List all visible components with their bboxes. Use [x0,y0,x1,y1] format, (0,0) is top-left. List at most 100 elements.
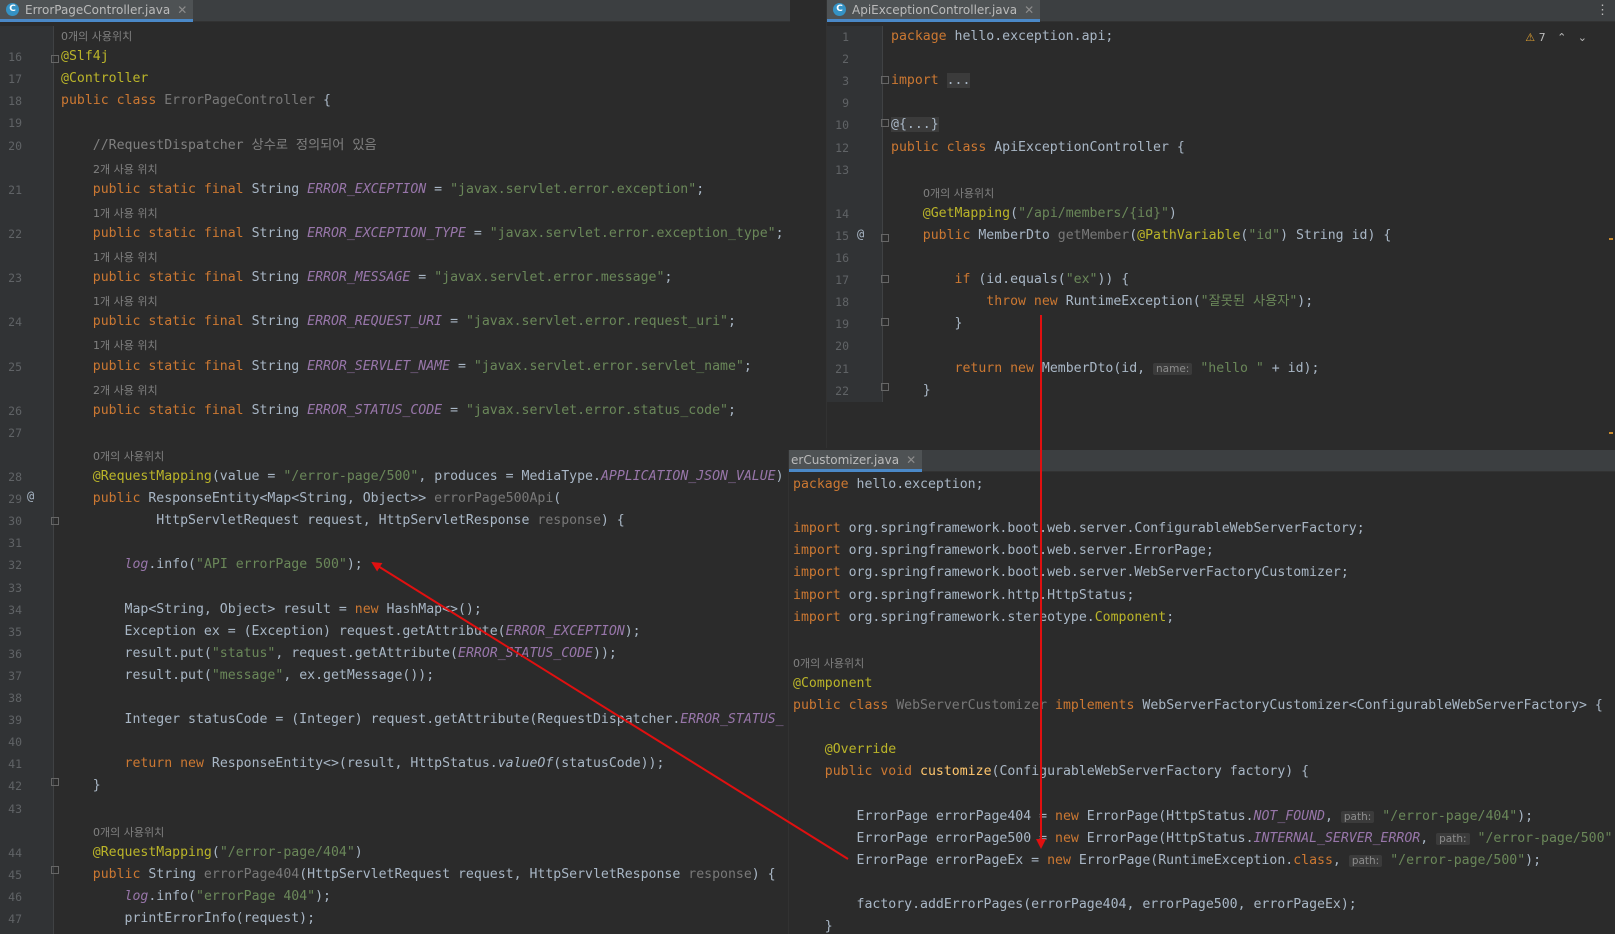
inspection-widget[interactable]: ⚠ 7 ⌃ ⌄ [1525,31,1587,44]
fold-marker-icon[interactable] [51,517,59,525]
line-number: 18 [835,295,849,310]
usage-hint[interactable]: 1개 사용 위치 [93,293,158,309]
line-number: 19 [8,116,22,131]
code-line: import org.springframework.http.HttpStat… [793,587,1135,603]
code-line: } [793,919,833,934]
line-number: 14 [835,206,849,221]
error-stripe-mark [1609,432,1613,434]
fold-marker-icon[interactable] [51,866,59,874]
line-number: 36 [8,646,22,661]
line-number: 30 [8,514,22,529]
warning-icon: ⚠ [1525,31,1536,44]
code-line: @Override [824,742,897,758]
code-line: } [61,778,101,794]
line-number: 39 [8,713,22,728]
code-line: public static final String ERROR_EXCEPTI… [92,225,784,241]
line-number: 44 [8,845,22,860]
usage-hint[interactable]: 0개의 사용위치 [923,185,994,201]
line-number: 3 [842,74,849,89]
line-number: 20 [8,138,22,153]
code-line: log.info("errorPage 404"); [124,888,331,904]
code-line: return new ResponseEntity<>(result, Http… [124,756,665,772]
line-number: 41 [8,757,22,772]
code-line: if (id.equals("ex")) { [954,272,1130,288]
code-line: Exception ex = (Exception) request.getAt… [61,623,641,639]
code-line: Integer statusCode = (Integer) request.g… [61,712,784,728]
code-line: public ResponseEntity<Map<String, Object… [92,491,562,507]
code-line: Map<String, Object> result = new HashMap… [61,601,482,617]
fold-marker-icon[interactable] [881,318,889,326]
code-line: ErrorPage errorPage404 = new ErrorPage(H… [793,808,1534,824]
fold-marker-icon[interactable] [881,119,889,127]
chevron-down-icon[interactable]: ⌄ [1578,31,1587,44]
code-line: public static final String ERROR_REQUEST… [92,314,736,330]
code-area[interactable]: 0개의 사용위치 16 @Slf4j 17 @Controller 18 public cl… [0,0,790,934]
usage-hint[interactable]: 1개 사용 위치 [93,249,158,265]
code-line: ErrorPage errorPage500 = new ErrorPage(H… [793,830,1613,846]
code-line: log.info("API errorPage 500"); [124,557,363,573]
usage-hint[interactable]: 2개 사용 위치 [93,161,158,177]
code-line: @RequestMapping(value = "/error-page/500… [92,469,784,484]
code-line: result.put("message", ex.getMessage()); [61,667,435,683]
line-number: 28 [8,470,22,484]
usage-hint[interactable]: 0개의 사용위치 [93,448,164,464]
code-line: public void customize(ConfigurableWebSer… [824,764,1310,780]
code-line: import org.springframework.stereotype.Co… [793,609,1175,625]
code-area[interactable]: 1 package hello.exception.api; 2 3 import ..… [827,0,1615,448]
fold-marker-icon[interactable] [881,275,889,283]
editor-pane-api-exception-controller: C ApiExceptionController.java ✕ ⋮ 1 packa… [826,0,1615,448]
code-line: public static final String ERROR_EXCEPTI… [92,181,705,197]
usage-hint[interactable]: 0개의 사용위치 [793,655,864,671]
line-number: 40 [8,735,22,750]
code-line: HttpServletRequest request, HttpServletR… [61,513,625,529]
line-number: 33 [8,580,22,595]
code-area[interactable]: package hello.exception; import org.sprin… [789,450,1615,934]
usage-hint[interactable]: 0개의 사용위치 [93,824,164,840]
line-number: 21 [8,182,22,197]
code-line: factory.addErrorPages(errorPage404, erro… [793,896,1357,912]
usage-hint[interactable]: 2개 사용 위치 [93,382,158,398]
code-line: @Controller [61,71,149,87]
fold-marker-icon[interactable] [881,76,889,84]
line-number: 47 [8,912,22,926]
usage-hint[interactable]: 0개의 사용위치 [61,28,132,44]
code-line: @Component [793,675,873,691]
code-line: import org.springframework.boot.web.serv… [793,565,1349,581]
code-line: //RequestDispatcher 상수로 정의되어 있음 [92,137,377,153]
code-line: } [891,382,931,398]
line-number: 42 [8,779,22,794]
line-number: 29 [8,492,22,507]
code-line: throw new RuntimeException("잘못된 사용자"); [986,294,1314,310]
line-number: 19 [835,317,849,332]
line-number: 15 [835,228,849,243]
code-line: return new MemberDto(id, name: "hello " … [954,360,1320,376]
code-line: public String errorPage404(HttpServletRe… [92,866,776,882]
line-number: 21 [835,361,849,376]
line-number: 38 [8,691,22,705]
fold-marker-icon[interactable] [881,383,889,391]
line-number: 20 [835,339,849,354]
chevron-up-icon[interactable]: ⌃ [1557,31,1566,44]
editor-pane-web-server-customizer: erCustomizer.java ✕ package hello.except… [788,450,1615,934]
line-number: 16 [8,50,22,65]
fold-marker-icon[interactable] [51,55,59,63]
code-line: @Slf4j [61,49,109,65]
line-number: 16 [835,251,849,265]
code-line: ErrorPage errorPageEx = new ErrorPage(Ru… [793,852,1542,868]
fold-marker-icon[interactable] [51,778,59,786]
override-marker-icon: @ [27,489,35,503]
error-stripe-mark [1609,238,1613,240]
code-line: } [891,316,963,332]
code-line: @GetMapping("/api/members/{id}") [922,205,1177,221]
line-number: 23 [8,271,22,286]
code-line: import ... [891,73,971,89]
line-number: 24 [8,315,22,330]
editor-pane-error-page-controller: C ErrorPageController.java ✕ 0개의 사용위치 16 @… [0,0,790,934]
usage-hint[interactable]: 1개 사용 위치 [93,205,158,221]
line-number: 37 [8,668,22,683]
line-number: 22 [8,226,22,241]
line-number: 46 [8,889,22,904]
usage-hint[interactable]: 1개 사용 위치 [93,337,158,353]
fold-marker-icon[interactable] [881,234,889,242]
code-line: import org.springframework.boot.web.serv… [793,543,1214,559]
